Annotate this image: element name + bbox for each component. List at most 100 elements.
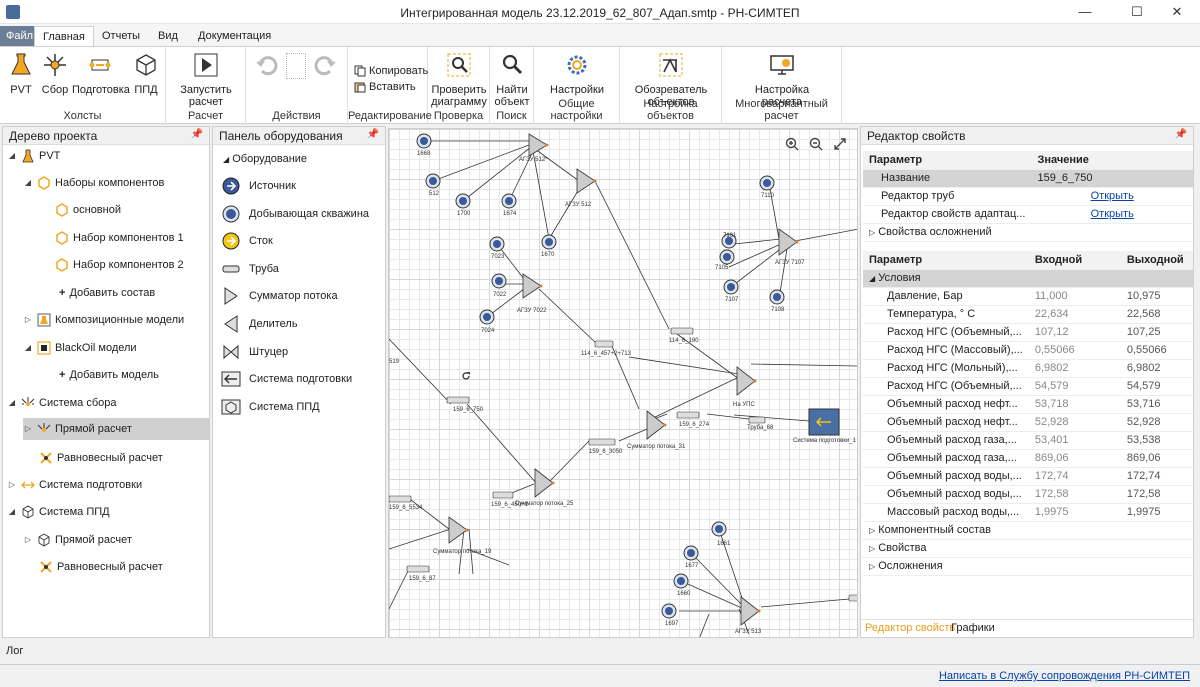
tab-main[interactable]: Главная xyxy=(34,26,94,46)
collapse-icon[interactable]: ◢ xyxy=(7,145,17,167)
tree-node-equilibrium-ppd[interactable]: Равновесный расчет xyxy=(39,556,163,578)
expand-icon[interactable]: ▷ xyxy=(869,228,875,237)
collapse-icon[interactable]: ◢ xyxy=(869,274,875,283)
tab-docs[interactable]: Документация xyxy=(190,26,279,46)
expand-icon[interactable]: ▷ xyxy=(869,544,875,553)
prop-row-composition[interactable]: ▷ Компонентный состав xyxy=(863,521,1193,540)
param-name: Объемный расход нефт... xyxy=(863,413,1029,432)
tree-node-direct-calc-gathering[interactable]: ▷ Прямой расчет xyxy=(23,418,209,440)
prop-row-name[interactable]: Название 159_6_750 xyxy=(863,169,1193,188)
collapse-icon[interactable]: ◢ xyxy=(7,392,17,414)
expand-icon[interactable]: ▷ xyxy=(23,529,33,551)
support-link[interactable]: Написать в Службу сопровождения РН-СИМТЕ… xyxy=(939,670,1190,682)
pin-icon[interactable]: 📌 xyxy=(367,129,379,140)
tree-node-direct-calc-ppd[interactable]: ▷ Прямой расчет xyxy=(23,529,132,551)
add-composition-button[interactable]: + Добавить состав xyxy=(59,282,155,304)
preparation-button[interactable]: Подготовка xyxy=(72,51,130,96)
add-model-button[interactable]: + Добавить модель xyxy=(59,364,159,386)
equip-ppd-system[interactable]: Система ППД xyxy=(221,396,320,418)
tree-node-compositional[interactable]: ▷ Композиционные модели xyxy=(23,309,184,331)
pvt-button[interactable]: PVT xyxy=(6,51,36,96)
section-conditions[interactable]: ◢ Условия xyxy=(863,269,1193,288)
equip-splitter[interactable]: Делитель xyxy=(221,313,298,335)
tree-node-set2[interactable]: Набор компонентов 2 xyxy=(55,254,184,276)
copy-button[interactable]: Копировать xyxy=(354,65,428,77)
fit-view-icon[interactable] xyxy=(833,137,847,151)
minimize-button[interactable]: — xyxy=(1062,0,1108,24)
tree-node-pvt[interactable]: ◢ PVT xyxy=(7,145,60,167)
table-row[interactable]: Расход НГС (Массовый),... 0,55066 0,55066 xyxy=(863,341,1193,360)
equip-choke[interactable]: Штуцер xyxy=(221,341,288,363)
tab-view[interactable]: Вид xyxy=(150,26,186,46)
redo-icon[interactable] xyxy=(312,53,338,79)
equip-prep-system[interactable]: Система подготовки xyxy=(221,368,352,390)
open-pipe-editor-link[interactable]: Открыть xyxy=(1091,190,1134,202)
prop-row-complications[interactable]: ▷ Свойства осложнений xyxy=(863,223,1193,242)
equipment-group-header[interactable]: ◢ Оборудование xyxy=(223,153,307,165)
pin-icon[interactable]: 📌 xyxy=(1175,129,1187,140)
prop-row-complications[interactable]: ▷ Осложнения xyxy=(863,557,1193,576)
undo-icon[interactable] xyxy=(254,53,280,79)
open-adapt-editor-link[interactable]: Открыть xyxy=(1091,208,1134,220)
input-value: 11,000 xyxy=(1028,287,1121,306)
pin-icon[interactable]: 📌 xyxy=(191,129,203,140)
check-diagram-label: Проверить диаграмму xyxy=(431,84,487,108)
table-row[interactable]: Объемный расход газа,... 53,401 53,538 xyxy=(863,431,1193,450)
run-calc-button[interactable]: Запустить расчет xyxy=(176,51,236,108)
settings-button[interactable]: Настройки xyxy=(547,51,607,96)
tree-node-equilibrium-gathering[interactable]: Равновесный расчет xyxy=(39,447,163,469)
find-object-button[interactable]: Найти объект xyxy=(492,51,532,108)
table-row[interactable]: Объемный расход газа,... 869,06 869,06 xyxy=(863,449,1193,468)
table-row[interactable]: Расход НГС (Объемный,... 54,579 54,579 xyxy=(863,377,1193,396)
tree-node-gathering[interactable]: ◢ Система сбора xyxy=(7,392,117,414)
check-diagram-button[interactable]: Проверить диаграмму xyxy=(430,51,488,108)
tab-graphs[interactable]: Графики xyxy=(951,622,995,634)
collapse-icon[interactable]: ◢ xyxy=(23,337,33,359)
diagram-canvas[interactable]: 1668 512 1700 1674 АГЗУ 512* АГЗУ 512 16… xyxy=(388,128,858,638)
equip-source[interactable]: Источник xyxy=(221,175,296,197)
tab-reports[interactable]: Отчеты xyxy=(94,26,148,46)
refresh-icon[interactable] xyxy=(461,371,471,381)
collapse-icon[interactable]: ◢ xyxy=(23,172,33,194)
collapse-icon[interactable]: ◢ xyxy=(7,501,17,523)
equip-sink[interactable]: Сток xyxy=(221,230,273,252)
table-row[interactable]: Объемный расход воды,... 172,74 172,74 xyxy=(863,467,1193,486)
equip-well[interactable]: Добывающая скважина xyxy=(221,203,369,225)
expand-icon[interactable]: ▷ xyxy=(23,309,33,331)
section-label: Условия xyxy=(878,272,921,284)
log-tab[interactable]: Лог xyxy=(6,645,23,657)
tree-node-ppd[interactable]: ◢ Система ППД xyxy=(7,501,110,523)
table-row[interactable]: Объемный расход нефт... 52,928 52,928 xyxy=(863,413,1193,432)
gathering-button[interactable]: Сбор xyxy=(38,51,72,96)
table-row[interactable]: Массовый расход воды,... 1,9975 1,9975 xyxy=(863,503,1193,522)
output-value: 52,928 xyxy=(1120,413,1193,432)
zoom-out-icon[interactable] xyxy=(809,137,823,151)
tree-node-component-sets[interactable]: ◢ Наборы компонентов xyxy=(23,172,164,194)
zoom-in-icon[interactable] xyxy=(785,137,799,151)
tab-property-editor[interactable]: Редактор свойств xyxy=(865,622,955,634)
equip-mixer[interactable]: Сумматор потока xyxy=(221,285,338,307)
tree-node-set1[interactable]: Набор компонентов 1 xyxy=(55,227,184,249)
copy-label: Копировать xyxy=(369,65,429,77)
expand-icon[interactable]: ▷ xyxy=(869,562,875,571)
group-label-canvases: Холсты xyxy=(63,110,102,122)
tree-node-blackoil[interactable]: ◢ BlackOil модели xyxy=(23,337,137,359)
table-row[interactable]: Температура, ° С 22,634 22,568 xyxy=(863,305,1193,324)
equip-label: Штуцер xyxy=(249,346,289,358)
expand-icon[interactable]: ▷ xyxy=(7,474,17,496)
table-row[interactable]: Расход НГС (Объемный,... 107,12 107,25 xyxy=(863,323,1193,342)
table-row[interactable]: Давление, Бар 11,000 10,975 xyxy=(863,287,1193,306)
table-row[interactable]: Объемный расход нефт... 53,718 53,716 xyxy=(863,395,1193,414)
table-row[interactable]: Объемный расход воды,... 172,58 172,58 xyxy=(863,485,1193,504)
expand-icon[interactable]: ▷ xyxy=(869,526,875,535)
expand-icon[interactable]: ▷ xyxy=(23,418,33,440)
paste-button[interactable]: Вставить xyxy=(354,81,416,93)
tree-node-preparation[interactable]: ▷ Система подготовки xyxy=(7,474,142,496)
table-row[interactable]: Расход НГС (Мольный),... 6,9802 6,9802 xyxy=(863,359,1193,378)
prop-row-properties[interactable]: ▷ Свойства xyxy=(863,539,1193,558)
prop-value[interactable]: 159_6_750 xyxy=(1031,169,1193,188)
close-button[interactable]: ✕ xyxy=(1154,0,1200,24)
equip-pipe[interactable]: Труба xyxy=(221,258,279,280)
ppd-button[interactable]: ППД xyxy=(130,51,162,96)
tree-node-main-set[interactable]: основной xyxy=(55,199,121,221)
